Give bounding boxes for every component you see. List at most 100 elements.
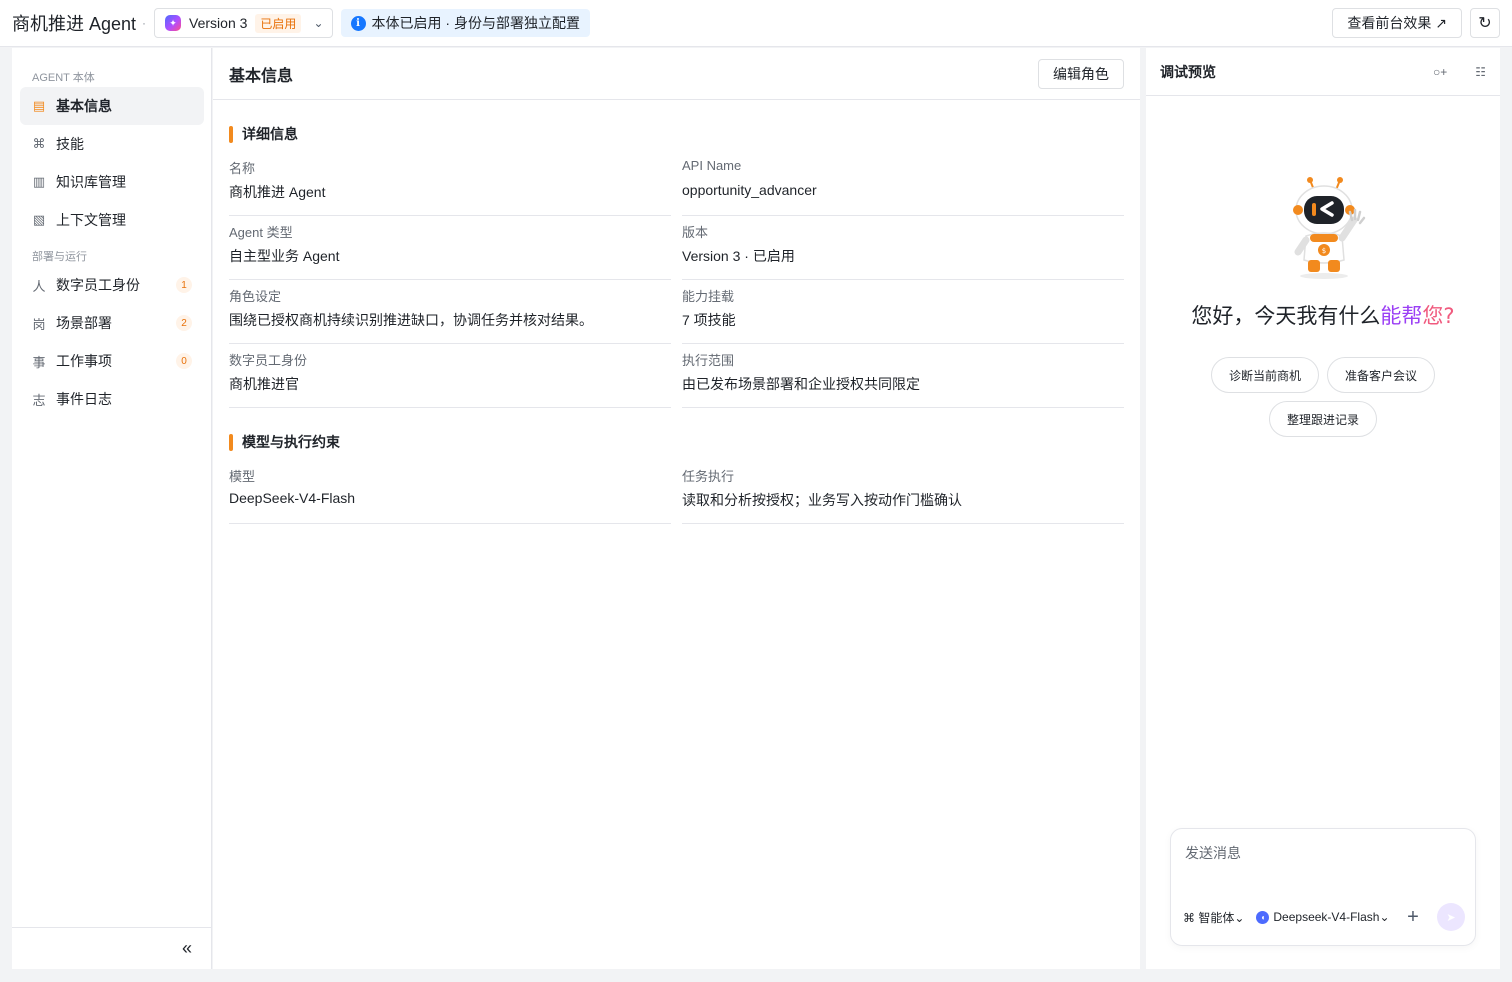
sidebar-group-deploy: 部署与运行 — [32, 251, 87, 263]
field-value: DeepSeek-V4-Flash — [229, 490, 356, 506]
field-capabilities: 能力挂载 7 项技能 — [682, 280, 1124, 344]
field-value: 围绕已授权商机持续识别推进缺口，协调任务并核对结果。 — [229, 312, 593, 328]
field-model: 模型 DeepSeek-V4-Flash — [229, 460, 671, 524]
deepseek-logo-icon: ◖ — [1256, 910, 1270, 924]
main-header: 基本信息 编辑角色 — [213, 48, 1140, 100]
new-chat-icon[interactable]: ○+ — [1433, 65, 1447, 79]
count-badge: 1 — [176, 277, 192, 293]
sidebar-item-event-log[interactable]: 志 事件日志 — [20, 380, 204, 418]
sidebar-item-label: 数字员工身份 — [56, 277, 140, 293]
field-value: 商机推进官 — [229, 376, 299, 392]
field-value: 读取和分析按授权；业务写入按动作门槛确认 — [682, 492, 962, 508]
section-accent-bar — [229, 433, 233, 451]
context-icon: ▧ — [32, 212, 46, 227]
page-title: 基本信息 — [229, 67, 294, 85]
suggestion-chip[interactable]: 整理跟进记录 — [1269, 401, 1377, 437]
field-api-name: API Name opportunity_advancer — [682, 152, 1124, 216]
sidebar-item-label: 场景部署 — [56, 315, 112, 331]
chevron-down-icon: ⌄ — [313, 16, 324, 30]
field-label: 执行范围 — [682, 353, 735, 368]
section-detail-title: 详细信息 — [229, 124, 298, 144]
sidebar-item-label: 基本信息 — [56, 98, 112, 114]
collapse-sidebar-icon[interactable]: « — [182, 938, 192, 959]
field-value: 自主型业务 Agent — [229, 248, 340, 264]
field-execution-scope: 执行范围 由已发布场景部署和企业授权共同限定 — [682, 344, 1124, 408]
library-icon: ▥ — [32, 174, 46, 189]
sidebar-item-knowledge[interactable]: ▥ 知识库管理 — [20, 163, 204, 201]
sidebar-item-work-items[interactable]: 事 工作事项 0 — [20, 342, 204, 380]
field-value: Version 3 · 已启用 — [682, 248, 795, 264]
sidebar-item-label: 工作事项 — [56, 353, 112, 369]
field-value: 7 项技能 — [682, 312, 736, 328]
main-panel: 基本信息 编辑角色 详细信息 名称 商机推进 Agent API Name op… — [213, 48, 1140, 969]
sidebar-footer: « — [12, 927, 212, 969]
sidebar-item-label: 技能 — [56, 136, 84, 152]
view-frontend-button[interactable]: 查看前台效果 ↗ — [1332, 8, 1462, 38]
field-value: 商机推进 Agent — [229, 184, 326, 200]
agent-selector[interactable]: ⌘ 智能体⌄ — [1183, 909, 1244, 926]
person-icon: 人 — [32, 278, 46, 294]
field-label: API Name — [682, 158, 742, 173]
section-label: 模型与执行约束 — [242, 434, 340, 450]
model-selector[interactable]: Deepseek-V4-Flash⌄ — [1273, 910, 1389, 924]
refresh-icon: ↻ — [1478, 15, 1492, 32]
field-label: 能力挂载 — [682, 289, 735, 304]
message-composer: ⌘ 智能体⌄ ◖ Deepseek-V4-Flash⌄ + ➤ — [1170, 828, 1476, 946]
suggestion-chip[interactable]: 诊断当前商机 — [1211, 357, 1319, 393]
sidebar-group-agent: AGENT 本体 — [32, 72, 95, 84]
info-text: 本体已启用 · 身份与部署独立配置 — [371, 15, 580, 31]
greeting-highlight: 您? — [1422, 304, 1455, 328]
sidebar-item-skills[interactable]: ⌘ 技能 — [20, 125, 204, 163]
greeting-part: 您好，今天我有什么 — [1191, 304, 1381, 328]
list-icon: ▤ — [32, 98, 46, 113]
version-select[interactable]: ✦ Version 3 已启用 ⌄ — [154, 8, 333, 38]
field-label: 名称 — [229, 161, 256, 176]
section-label: 详细信息 — [242, 126, 298, 142]
sidebar-item-basic-info[interactable]: ▤ 基本信息 — [20, 87, 204, 125]
send-button[interactable]: ➤ — [1437, 903, 1465, 931]
count-badge: 2 — [176, 315, 192, 331]
version-status-badge: 已启用 — [255, 13, 302, 33]
sidebar-item-label: 上下文管理 — [56, 212, 126, 228]
sidebar-item-label: 知识库管理 — [56, 174, 126, 190]
log-icon: 志 — [32, 392, 46, 408]
suggestion-chip[interactable]: 准备客户会议 — [1327, 357, 1435, 393]
post-icon: 岗 — [32, 316, 46, 332]
info-banner: i 本体已启用 · 身份与部署独立配置 — [340, 9, 590, 37]
field-agent-type: Agent 类型 自主型业务 Agent — [229, 216, 671, 280]
edit-role-button[interactable]: 编辑角色 — [1038, 58, 1124, 89]
field-task-execution: 任务执行 读取和分析按授权；业务写入按动作门槛确认 — [682, 460, 1124, 524]
field-role-setting: 角色设定 围绕已授权商机持续识别推进缺口，协调任务并核对结果。 — [229, 280, 671, 344]
field-name: 名称 商机推进 Agent — [229, 152, 671, 216]
greeting-text: 您好，今天我有什么能帮您? — [1146, 300, 1500, 330]
preview-title: 调试预览 — [1160, 63, 1216, 80]
field-label: 版本 — [682, 225, 709, 240]
sidebar-item-identity[interactable]: 人 数字员工身份 1 — [20, 266, 204, 304]
command-icon: ⌘ — [32, 136, 46, 151]
field-value: opportunity_advancer — [682, 182, 817, 198]
list-icon[interactable]: ☷ — [1475, 65, 1486, 79]
sidebar-item-context[interactable]: ▧ 上下文管理 — [20, 201, 204, 239]
sidebar-item-deployment[interactable]: 岗 场景部署 2 — [20, 304, 204, 342]
debug-preview-panel: 调试预览 ○+ ☷ $ 您好，今天我有什么能帮您? 诊断当前商机 准备客户会议 … — [1146, 48, 1500, 969]
field-digital-identity: 数字员工身份 商机推进官 — [229, 344, 671, 408]
sidebar: AGENT 本体 ▤ 基本信息 ⌘ 技能 ▥ 知识库管理 ▧ 上下文管理 部署与… — [12, 48, 212, 969]
field-label: Agent 类型 — [229, 225, 293, 240]
field-value: 由已发布场景部署和企业授权共同限定 — [682, 376, 920, 392]
info-icon: i — [350, 15, 366, 31]
version-label: Version 3 — [189, 15, 248, 31]
title-separator: · — [142, 16, 147, 30]
section-accent-bar — [229, 125, 233, 143]
attach-plus-button[interactable]: + — [1401, 906, 1425, 929]
message-input[interactable] — [1185, 845, 1455, 861]
count-badge: 0 — [176, 353, 192, 369]
greeting-highlight: 能帮 — [1380, 304, 1423, 328]
app-title: 商机推进 Agent — [12, 14, 137, 34]
task-icon: 事 — [32, 354, 46, 370]
version-logo-icon: ✦ — [165, 15, 182, 31]
section-model-title: 模型与执行约束 — [229, 432, 340, 452]
refresh-button[interactable]: ↻ — [1470, 8, 1500, 38]
preview-header: 调试预览 ○+ ☷ — [1146, 48, 1500, 96]
field-label: 数字员工身份 — [229, 353, 308, 368]
top-header: 商机推进 Agent · ✦ Version 3 已启用 ⌄ i 本体已启用 ·… — [0, 0, 1512, 47]
